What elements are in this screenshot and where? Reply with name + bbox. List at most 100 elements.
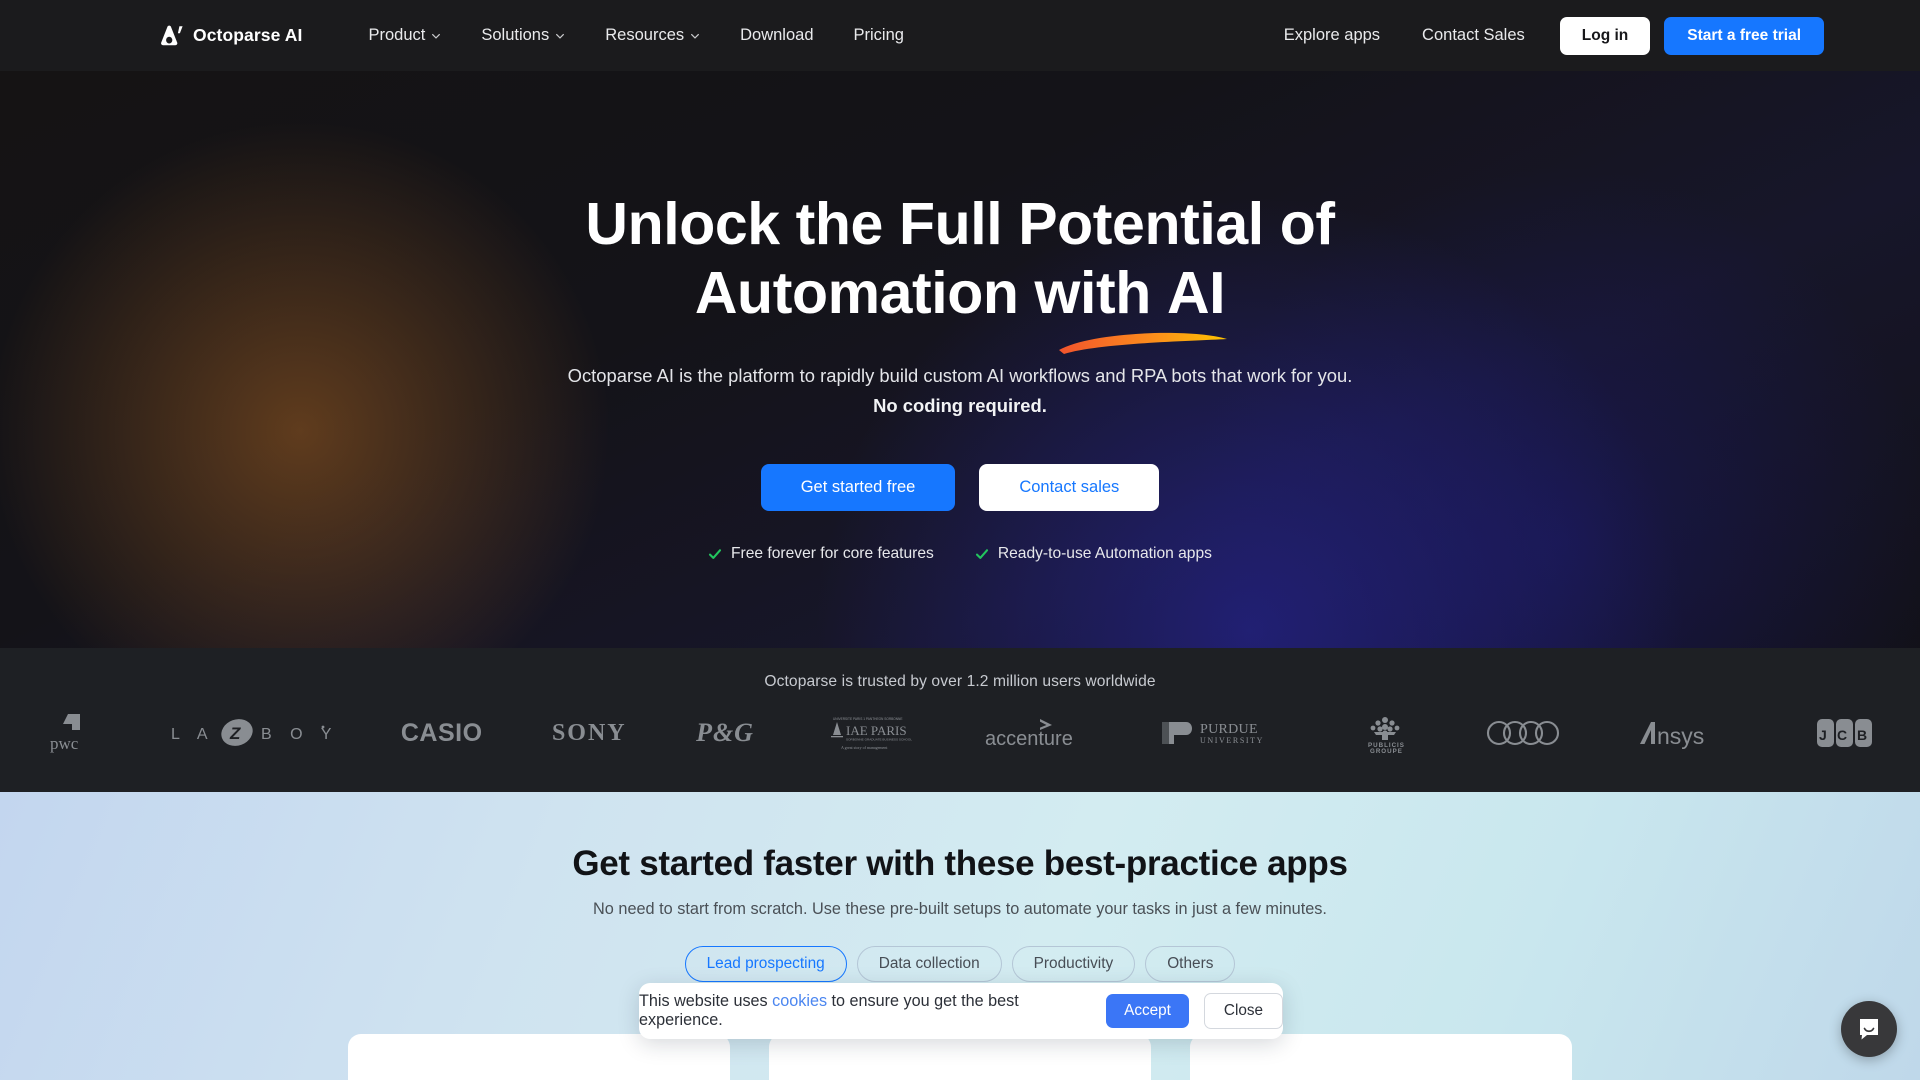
svg-text:B: B xyxy=(1857,727,1867,743)
hero-content: Unlock the Full Potential of Automation … xyxy=(0,71,1920,563)
svg-text:Z: Z xyxy=(229,724,241,743)
swoosh-underline-icon xyxy=(1058,332,1227,354)
apps-section-subtitle: No need to start from scratch. Use these… xyxy=(593,900,1327,918)
nav-item-product-label: Product xyxy=(368,26,426,44)
start-free-trial-button[interactable]: Start a free trial xyxy=(1664,16,1824,55)
jcb-logo-icon: J C B xyxy=(1816,719,1872,747)
brand-name: Octoparse AI xyxy=(193,25,303,45)
publicis-groupe-logo-icon: PUBLICIS GROUPE xyxy=(1368,717,1404,755)
svg-text:accenture: accenture xyxy=(985,728,1073,750)
check-icon xyxy=(708,549,722,559)
trusted-by-label: Octoparse is trusted by over 1.2 million… xyxy=(764,673,1156,690)
accenture-logo-icon: accenture xyxy=(985,719,1073,750)
sony-logo-text: SONY xyxy=(551,719,627,746)
tab-productivity[interactable]: Productivity xyxy=(1011,946,1136,982)
nav-right-actions: Explore apps Contact Sales Log in Start … xyxy=(1263,16,1824,55)
get-started-free-button[interactable]: Get started free xyxy=(760,464,956,511)
hero-feature-label: Free forever for core features xyxy=(731,545,934,562)
svg-text:C: C xyxy=(1837,727,1847,743)
octoparse-logo-icon xyxy=(161,25,183,45)
svg-text:PURDUE: PURDUE xyxy=(1200,722,1258,737)
svg-text:nsys: nsys xyxy=(1657,723,1704,749)
trusted-by-section: Octoparse is trusted by over 1.2 million… xyxy=(0,648,1920,792)
logo-casio: CASIO xyxy=(401,719,483,748)
tab-others[interactable]: Others xyxy=(1145,946,1236,982)
logo-pwc: pwc xyxy=(46,711,102,755)
nav-item-pricing[interactable]: Pricing xyxy=(834,18,924,53)
chat-widget-button[interactable] xyxy=(1841,1001,1897,1057)
logo-iae-paris: UNIVERSITE PARIS 1 PANTHEON SORBONNE IAE… xyxy=(823,713,915,753)
hero-feature-row: Free forever for core features Ready-to-… xyxy=(0,545,1920,563)
svg-text:J: J xyxy=(1819,727,1827,743)
hero-feature-item: Ready-to-use Automation apps xyxy=(975,545,1212,563)
hero-section: Unlock the Full Potential of Automation … xyxy=(0,71,1920,648)
nav-item-contact-sales[interactable]: Contact Sales xyxy=(1401,18,1546,53)
logo-ansys: nsys xyxy=(1638,717,1746,749)
hero-title-accent-wrap: AI xyxy=(1058,259,1227,354)
nav-item-explore-apps[interactable]: Explore apps xyxy=(1263,18,1401,53)
nav-item-download[interactable]: Download xyxy=(720,18,833,53)
ansys-logo-icon: nsys xyxy=(1640,722,1705,749)
pg-logo-text: P&G xyxy=(696,718,754,747)
cookies-link[interactable]: cookies xyxy=(772,992,827,1010)
cookie-accept-button[interactable]: Accept xyxy=(1106,994,1189,1028)
app-card[interactable] xyxy=(769,1034,1151,1080)
logo-accenture: accenture xyxy=(985,716,1091,750)
svg-text:UNIVERSITY: UNIVERSITY xyxy=(1200,736,1264,745)
logo-audi xyxy=(1485,718,1569,748)
nav-item-product[interactable]: Product xyxy=(348,18,461,53)
cookie-consent-banner: This website uses cookies to ensure you … xyxy=(639,983,1283,1039)
svg-text:pwc: pwc xyxy=(50,734,79,753)
nav-item-solutions-label: Solutions xyxy=(481,26,550,44)
cookie-banner-text: This website uses cookies to ensure you … xyxy=(639,992,1091,1030)
chevron-down-icon xyxy=(432,33,441,39)
brand-logo[interactable]: Octoparse AI xyxy=(158,25,302,47)
la-z-boy-logo-icon: L A Z B O Y xyxy=(171,719,331,746)
casio-logo-text: CASIO xyxy=(400,718,483,747)
pwc-logo-icon: pwc xyxy=(50,714,80,753)
app-cards-row xyxy=(0,1034,1920,1080)
nav-item-solutions[interactable]: Solutions xyxy=(461,18,585,53)
check-icon xyxy=(975,549,988,559)
svg-text:A great story of management: A great story of management xyxy=(841,745,888,750)
hero-subtitle-line-2: No coding required. xyxy=(873,395,1047,416)
iae-paris-logo-icon: UNIVERSITE PARIS 1 PANTHEON SORBONNE IAE… xyxy=(831,717,913,750)
apps-header: Get started faster with these best-pract… xyxy=(0,792,1920,982)
page-title: Unlock the Full Potential of Automation … xyxy=(0,190,1920,354)
hero-feature-item: Free forever for core features xyxy=(708,545,934,563)
logo-la-z-boy: L A Z B O Y xyxy=(171,719,331,747)
hero-title-line-2-pre: Automation with xyxy=(694,260,1167,326)
nav-links: Product Solutions Resources Download Pri… xyxy=(348,18,923,53)
page-root: Octoparse AI Product Solutions Resources… xyxy=(0,0,1920,1080)
chevron-down-icon xyxy=(556,33,565,39)
svg-text:IAE PARIS: IAE PARIS xyxy=(846,723,907,738)
logo-purdue-university: PURDUE UNIVERSITY xyxy=(1160,716,1284,750)
nav-item-resources-label: Resources xyxy=(605,26,685,44)
tab-lead-prospecting[interactable]: Lead prospecting xyxy=(684,946,847,982)
hero-cta-row: Get started free Contact sales xyxy=(0,464,1920,511)
svg-text:SORBONNE GRADUATE BUSINESS SCH: SORBONNE GRADUATE BUSINESS SCHOOL xyxy=(846,738,912,742)
hero-subtitle: Octoparse AI is the platform to rapidly … xyxy=(0,361,1920,421)
app-card[interactable] xyxy=(1190,1034,1572,1080)
hero-feature-label: Ready-to-use Automation apps xyxy=(997,545,1212,562)
hero-subtitle-line-1: Octoparse AI is the platform to rapidly … xyxy=(567,365,1353,386)
svg-text:L A: L A xyxy=(171,726,215,743)
cookie-text-pre: This website uses xyxy=(639,992,773,1010)
purdue-university-logo-icon: PURDUE UNIVERSITY xyxy=(1162,722,1264,745)
login-button[interactable]: Log in xyxy=(1559,16,1651,55)
tab-data-collection[interactable]: Data collection xyxy=(856,946,1002,982)
logo-publicis-groupe: PUBLICIS GROUPE xyxy=(1354,711,1416,755)
logo-pg: P&G xyxy=(696,718,754,748)
contact-sales-button[interactable]: Contact sales xyxy=(979,464,1160,511)
apps-section-title: Get started faster with these best-pract… xyxy=(572,844,1348,883)
svg-text:UNIVERSITE PARIS 1 PANTHEON SO: UNIVERSITE PARIS 1 PANTHEON SORBONNE xyxy=(833,717,903,721)
customer-logo-strip: pwc L A Z B O Y CASIO SONY P&G UNIVERSIT… xyxy=(0,711,1920,755)
nav-item-resources[interactable]: Resources xyxy=(585,18,720,53)
hero-title-accent: AI xyxy=(1166,260,1226,326)
svg-text:GROUPE: GROUPE xyxy=(1370,748,1403,755)
hero-title-line-1: Unlock the Full Potential of xyxy=(585,191,1335,257)
top-navigation-bar: Octoparse AI Product Solutions Resources… xyxy=(0,0,1920,71)
app-card[interactable] xyxy=(348,1034,730,1080)
audi-rings-logo-icon xyxy=(1487,720,1560,746)
cookie-close-button[interactable]: Close xyxy=(1203,993,1283,1029)
